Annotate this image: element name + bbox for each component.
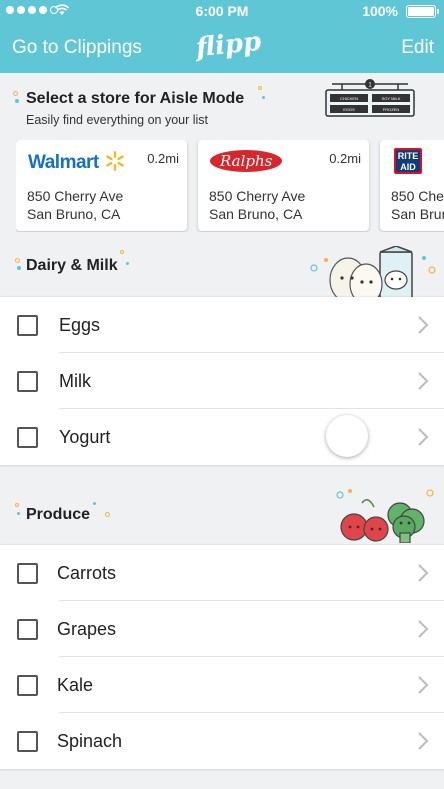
edit-button[interactable]: Edit xyxy=(401,37,434,59)
list-item[interactable]: Yogurt xyxy=(0,409,444,465)
store-distance: 0.2mi xyxy=(147,151,179,166)
ralphs-logo: Ralphs xyxy=(210,150,283,176)
svg-text:FROZEN: FROZEN xyxy=(383,107,400,112)
decor-dot xyxy=(105,512,110,517)
item-checkbox[interactable] xyxy=(17,427,38,448)
svg-text:CHICKEN: CHICKEN xyxy=(340,96,358,101)
decor-dot xyxy=(15,99,19,103)
aisle-sign-illustration: 1 CHICKEN SOY MILK EGGS FROZEN xyxy=(325,79,415,117)
item-label: Milk xyxy=(59,371,91,391)
battery-percent: 100% xyxy=(362,3,398,19)
flipp-logo: flipp xyxy=(194,26,263,64)
decor-dot xyxy=(17,266,21,270)
svg-text:SOY MILK: SOY MILK xyxy=(382,96,401,101)
store-address-line1: 850 Cherry Ave xyxy=(27,188,124,204)
battery-icon xyxy=(406,5,439,18)
produce-list: Carrots Grapes Kale Spinach xyxy=(0,545,444,769)
chevron-right-icon xyxy=(418,564,429,582)
store-address-line1: 850 Cherry Ave xyxy=(209,188,306,204)
section-title-dairy: Dairy & Milk xyxy=(26,257,118,274)
list-item[interactable]: Spinach xyxy=(0,713,444,769)
item-label: Spinach xyxy=(57,731,123,751)
aisle-mode-title: Select a store for Aisle Mode xyxy=(26,90,245,107)
item-label: Kale xyxy=(57,675,94,695)
svg-text:EGGS: EGGS xyxy=(343,107,355,112)
store-address-line1: 850 Cherry Ave xyxy=(391,188,444,204)
walmart-spark-icon xyxy=(106,151,125,171)
item-checkbox[interactable] xyxy=(17,563,38,584)
list-item[interactable]: Carrots xyxy=(0,545,444,601)
store-address: 850 Cherry Ave San Bruno, CA xyxy=(391,187,444,223)
decor-dot xyxy=(258,86,262,90)
walmart-logo: Walmart xyxy=(28,150,126,176)
item-checkbox[interactable] xyxy=(17,315,38,336)
store-address: 850 Cherry Ave San Bruno, CA xyxy=(209,187,305,223)
decor-dot xyxy=(120,250,124,254)
produce-illustration xyxy=(336,489,434,543)
store-address: 850 Cherry Ave San Bruno, CA xyxy=(27,187,123,223)
store-distance: 0.2mi xyxy=(329,151,361,166)
dairy-illustration xyxy=(310,246,436,298)
list-item[interactable]: Grapes xyxy=(0,601,444,657)
decor-dot xyxy=(262,96,265,99)
chevron-right-icon xyxy=(418,620,429,638)
list-item[interactable]: Milk xyxy=(0,353,444,409)
store-card-riteaid[interactable]: RITE AID 850 Cherry Ave San Bruno, CA xyxy=(380,140,444,231)
decor-dot xyxy=(17,512,20,515)
aisle-mode-subtitle: Easily find everything on your list xyxy=(26,113,209,127)
decor-dot xyxy=(15,258,20,263)
list-item[interactable]: Eggs xyxy=(0,297,444,353)
decor-dot xyxy=(93,502,96,505)
chevron-right-icon xyxy=(418,676,429,694)
chevron-right-icon xyxy=(418,428,429,446)
store-address-line2: San Bruno, CA xyxy=(27,206,121,222)
top-bar: 6:00 PM 100% Go to Clippings flipp Edit xyxy=(0,0,444,73)
item-checkbox[interactable] xyxy=(17,371,38,392)
store-card-ralphs[interactable]: Ralphs 0.2mi 850 Cherry Ave San Bruno, C… xyxy=(198,140,369,231)
item-checkbox[interactable] xyxy=(17,619,38,640)
decor-dot xyxy=(15,503,19,507)
item-checkbox[interactable] xyxy=(17,731,38,752)
store-address-line2: San Bruno, CA xyxy=(391,206,444,222)
dairy-list: Eggs Milk Yogurt xyxy=(0,297,444,465)
section-title-produce: Produce xyxy=(26,506,91,523)
item-label: Eggs xyxy=(59,315,101,335)
store-address-line2: San Bruno, CA xyxy=(209,206,303,222)
item-label: Grapes xyxy=(57,619,117,639)
riteaid-logo: RITE AID xyxy=(394,148,422,174)
decor-dot xyxy=(126,262,129,265)
chevron-right-icon xyxy=(418,316,429,334)
chevron-right-icon xyxy=(418,732,429,750)
go-to-clippings-button[interactable]: Go to Clippings xyxy=(12,37,142,59)
store-card-walmart[interactable]: Walmart 0.2mi 850 Cherry Ave San Bruno, … xyxy=(16,140,187,231)
status-bar: 6:00 PM 100% xyxy=(0,0,444,22)
store-carousel[interactable]: Walmart 0.2mi 850 Cherry Ave San Bruno, … xyxy=(16,140,444,232)
item-label: Yogurt xyxy=(59,427,111,447)
list-item[interactable]: Kale xyxy=(0,657,444,713)
chevron-right-icon xyxy=(418,372,429,390)
item-checkbox[interactable] xyxy=(17,675,38,696)
decor-dot xyxy=(13,91,18,96)
touch-indicator xyxy=(326,415,368,457)
item-label: Carrots xyxy=(57,563,117,583)
